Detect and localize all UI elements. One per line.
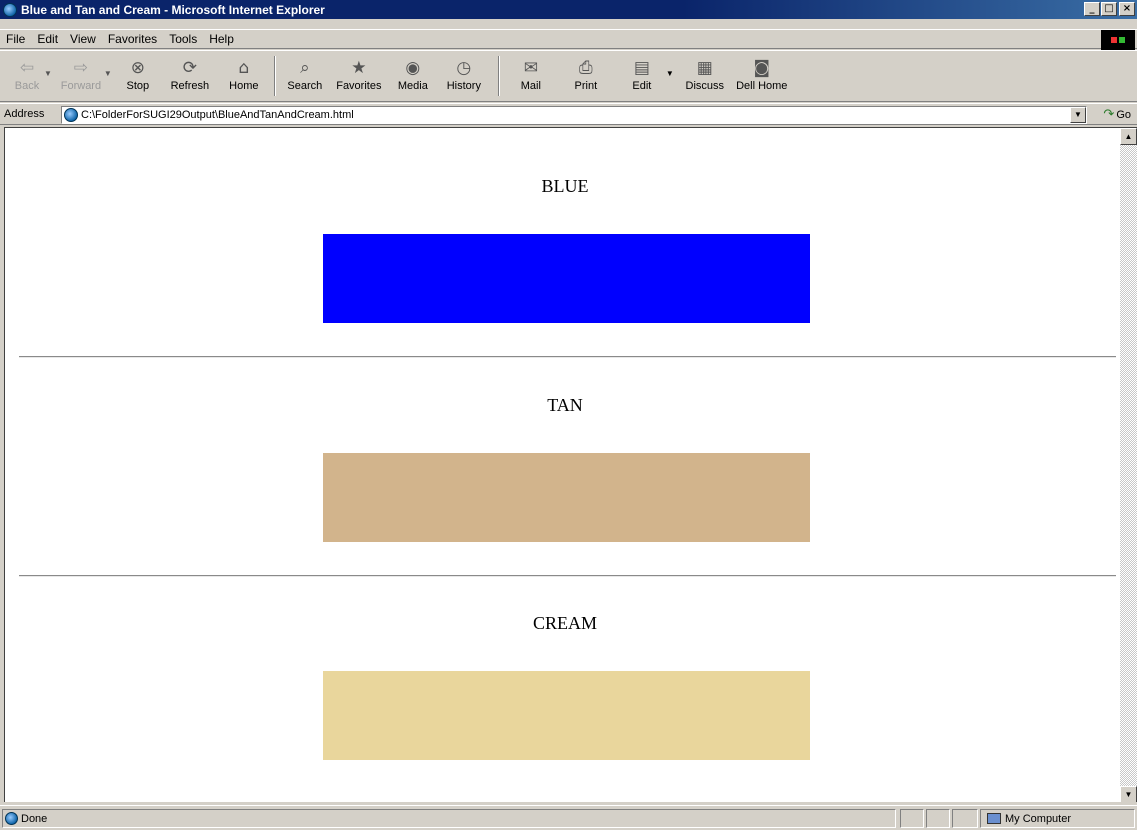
edit-dropdown-icon[interactable]: ▼ [666, 69, 674, 78]
go-arrow-icon: ↷ [1103, 107, 1115, 122]
vertical-scrollbar[interactable]: ▲ ▼ [1120, 128, 1137, 802]
menu-favorites[interactable]: Favorites [102, 32, 163, 46]
media-icon: ◉ [405, 58, 421, 78]
page-icon [64, 108, 78, 122]
dell-home-icon: ◙ [753, 58, 771, 78]
history-button[interactable]: ◷ History [436, 51, 492, 99]
menu-view[interactable]: View [64, 32, 102, 46]
page-content: BLUE TAN CREAM [5, 128, 1125, 802]
edit-button[interactable]: ▤ Edit [616, 51, 668, 99]
cream-heading: CREAM [532, 613, 597, 633]
blue-swatch [323, 234, 810, 323]
favorites-label: Favorites [336, 80, 382, 92]
word-edit-icon: ▤ [633, 58, 650, 78]
refresh-button[interactable]: ⟳ Refresh [160, 51, 220, 99]
forward-label: Forward [60, 80, 102, 92]
security-zone: My Computer [980, 809, 1135, 828]
divider [19, 356, 1116, 358]
back-dropdown-icon[interactable]: ▼ [44, 69, 52, 78]
windows-logo-icon [1101, 30, 1135, 50]
menu-bar: File Edit View Favorites Tools Help [0, 29, 1137, 50]
forward-dropdown-icon[interactable]: ▼ [104, 69, 112, 78]
scroll-down-icon[interactable]: ▼ [1120, 786, 1137, 802]
cream-swatch [323, 671, 810, 760]
maximize-button[interactable]: □ [1101, 2, 1117, 16]
zone-label: My Computer [1005, 812, 1072, 825]
blue-heading: BLUE [541, 176, 589, 196]
title-bar: Blue and Tan and Cream - Microsoft Inter… [0, 0, 1137, 19]
menu-help[interactable]: Help [203, 32, 240, 46]
done-page-icon [5, 812, 18, 825]
address-url[interactable]: C:\FolderForSUGI29Output\BlueAndTanAndCr… [81, 109, 354, 121]
search-button[interactable]: ⌕ Search [282, 51, 328, 99]
address-bar: Address C:\FolderForSUGI29Output\BlueAnd… [0, 103, 1137, 125]
address-dropdown-icon[interactable]: ▼ [1070, 107, 1086, 123]
history-label: History [446, 80, 481, 92]
window-controls: _ □ × [1083, 2, 1135, 16]
refresh-label: Refresh [170, 80, 210, 92]
page-viewport: BLUE TAN CREAM ▲ ▼ [4, 127, 1137, 802]
menu-tools[interactable]: Tools [163, 32, 203, 46]
forward-arrow-icon: ⇨ [73, 58, 89, 78]
discuss-button[interactable]: ▦ Discuss [678, 51, 732, 99]
address-label: Address [4, 108, 45, 120]
media-button[interactable]: ◉ Media [390, 51, 436, 99]
browser-window: Blue and Tan and Cream - Microsoft Inter… [0, 0, 1137, 830]
stop-icon: ⊗ [130, 58, 145, 78]
close-button[interactable]: × [1119, 2, 1135, 16]
tan-heading: TAN [547, 395, 583, 415]
standard-toolbar: ⇦ Back ▼ ⇨ Forward ▼ ⊗ Stop ⟳ Refresh ⌂ … [0, 50, 1137, 102]
refresh-icon: ⟳ [182, 58, 197, 78]
search-label: Search [287, 80, 323, 92]
discuss-label: Discuss [685, 80, 725, 92]
window-title: Blue and Tan and Cream - Microsoft Inter… [21, 2, 325, 17]
toolbar-separator [497, 56, 500, 96]
tan-swatch [323, 453, 810, 542]
my-computer-icon [987, 813, 1001, 824]
go-button[interactable]: ↷ Go [1103, 107, 1131, 122]
status-cell [952, 809, 978, 828]
history-icon: ◷ [456, 58, 472, 78]
status-bar: Done My Computer [0, 805, 1137, 830]
go-label: Go [1116, 108, 1131, 121]
stop-label: Stop [126, 80, 150, 92]
status-panel: Done [2, 809, 896, 828]
discuss-icon: ▦ [696, 58, 713, 78]
print-button[interactable]: ⎙ Print [556, 51, 616, 99]
favorites-icon: ★ [351, 58, 367, 78]
status-cell [926, 809, 950, 828]
status-cell [900, 809, 924, 828]
status-text: Done [21, 812, 48, 825]
print-label: Print [574, 80, 598, 92]
print-icon: ⎙ [579, 58, 593, 78]
toolbar-separator [273, 56, 276, 96]
back-button[interactable]: ⇦ Back [8, 51, 46, 99]
dell-home-label: Dell Home [736, 80, 788, 92]
home-button[interactable]: ⌂ Home [220, 51, 268, 99]
favorites-button[interactable]: ★ Favorites [328, 51, 390, 99]
stop-button[interactable]: ⊗ Stop [116, 51, 160, 99]
search-icon: ⌕ [300, 58, 310, 78]
minimize-button[interactable]: _ [1084, 2, 1100, 16]
mail-icon: ✉ [523, 58, 538, 78]
mail-button[interactable]: ✉ Mail [506, 51, 556, 99]
home-icon: ⌂ [238, 58, 250, 78]
divider [19, 575, 1116, 577]
forward-button[interactable]: ⇨ Forward [56, 51, 106, 99]
ie-logo-icon [3, 2, 17, 17]
mail-label: Mail [520, 80, 541, 92]
media-label: Media [397, 80, 428, 92]
scroll-up-icon[interactable]: ▲ [1120, 128, 1137, 145]
edit-label: Edit [632, 80, 652, 92]
menu-edit[interactable]: Edit [31, 32, 64, 46]
back-arrow-icon: ⇦ [19, 58, 35, 78]
menu-file[interactable]: File [0, 32, 31, 46]
back-label: Back [14, 80, 40, 92]
home-label: Home [229, 80, 259, 92]
address-input[interactable]: C:\FolderForSUGI29Output\BlueAndTanAndCr… [61, 106, 1087, 124]
dell-home-button[interactable]: ◙ Dell Home [732, 51, 792, 99]
